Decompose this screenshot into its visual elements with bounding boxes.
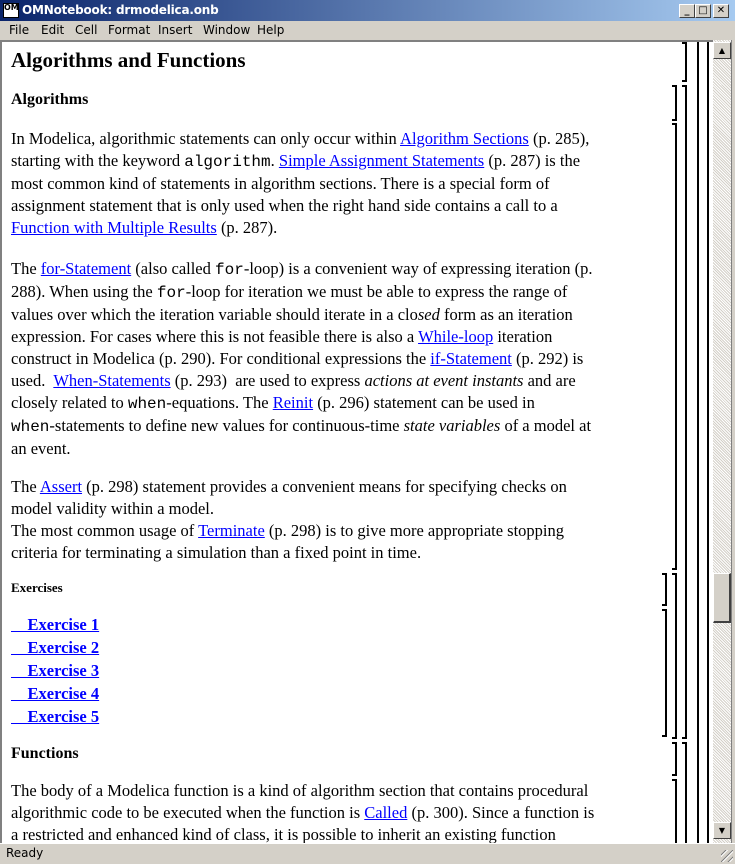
link-exercise-1[interactable]: Exercise 1: [11, 613, 100, 636]
document-title[interactable]: Algorithms and Functions: [11, 48, 246, 73]
text-cell-functions-intro[interactable]: The body of a Modelica function is a kin…: [11, 780, 671, 843]
link-when-statements[interactable]: When-Statements: [53, 371, 170, 390]
notebook-document[interactable]: Algorithms and Functions Algorithms In M…: [0, 40, 713, 843]
cell-bracket-functions-heading[interactable]: [672, 742, 677, 776]
link-algorithm-sections[interactable]: Algorithm Sections: [400, 129, 529, 148]
link-called[interactable]: Called: [364, 803, 407, 822]
link-terminate[interactable]: Terminate: [198, 521, 265, 540]
vertical-scrollbar[interactable]: ▲ ▼: [713, 40, 731, 843]
cell-bracket-algorithms-heading[interactable]: [672, 85, 677, 121]
link-exercise-2[interactable]: Exercise 2: [11, 636, 100, 659]
cell-bracket-exercises-heading[interactable]: [662, 573, 667, 606]
menu-file[interactable]: File: [9, 23, 29, 37]
cell-bracket-title[interactable]: [682, 42, 687, 82]
link-assert[interactable]: Assert: [40, 477, 82, 496]
window-edge: [731, 40, 735, 843]
maximize-button[interactable]: □: [695, 4, 711, 18]
scroll-up-button[interactable]: ▲: [713, 42, 731, 59]
menu-window[interactable]: Window: [203, 23, 250, 37]
scroll-down-button[interactable]: ▼: [713, 822, 731, 839]
cell-bracket-algorithms-text[interactable]: [672, 123, 677, 570]
exercise-list: Exercise 1 Exercise 2 Exercise 3 Exercis…: [11, 613, 100, 728]
menu-bar: File Edit Cell Format Insert Window Help: [0, 21, 735, 39]
section-heading-algorithms[interactable]: Algorithms: [11, 91, 88, 109]
cell-bracket-root[interactable]: [707, 42, 709, 843]
status-bar: Ready: [0, 843, 735, 864]
cell-bracket-algorithms-group[interactable]: [682, 85, 687, 739]
minimize-button[interactable]: _: [679, 4, 695, 18]
status-text: Ready: [6, 846, 44, 860]
link-while-loop[interactable]: While-loop: [418, 327, 493, 346]
link-exercise-3[interactable]: Exercise 3: [11, 659, 100, 682]
close-button[interactable]: ✕: [713, 4, 729, 18]
resize-grip-icon[interactable]: [721, 850, 733, 862]
text-cell-assert-terminate[interactable]: The Assert (p. 298) statement provides a…: [11, 476, 671, 564]
app-icon[interactable]: OM: [3, 3, 19, 18]
arrow-down-icon: ▼: [718, 826, 726, 835]
menu-edit[interactable]: Edit: [41, 23, 64, 37]
cell-bracket-exercises-list[interactable]: [662, 609, 667, 737]
menu-help[interactable]: Help: [257, 23, 284, 37]
link-reinit[interactable]: Reinit: [273, 393, 313, 412]
cell-bracket-outer[interactable]: [697, 42, 699, 843]
cell-bracket-exercises-group[interactable]: [672, 573, 677, 739]
link-for-statement[interactable]: for-Statement: [41, 259, 131, 278]
text-cell-for-statement[interactable]: The for-Statement (also called for-loop)…: [11, 258, 671, 460]
link-exercise-5[interactable]: Exercise 5: [11, 705, 100, 728]
link-function-multiple-results[interactable]: Function with Multiple Results: [11, 218, 217, 237]
section-heading-exercises[interactable]: Exercises: [11, 580, 63, 596]
menu-format[interactable]: Format: [108, 23, 150, 37]
section-heading-functions[interactable]: Functions: [11, 745, 79, 763]
text-cell-algorithms-intro[interactable]: In Modelica, algorithmic statements can …: [11, 128, 671, 239]
menu-cell[interactable]: Cell: [75, 23, 97, 37]
cell-bracket-functions-group[interactable]: [682, 742, 687, 843]
scrollbar-thumb[interactable]: [713, 573, 731, 623]
window-title: OMNotebook: drmodelica.onb: [22, 3, 219, 17]
arrow-up-icon: ▲: [718, 46, 726, 55]
cell-bracket-functions-text[interactable]: [672, 779, 677, 843]
link-exercise-4[interactable]: Exercise 4: [11, 682, 100, 705]
title-bar: OM OMNotebook: drmodelica.onb _ □ ✕: [0, 0, 735, 21]
link-if-statement[interactable]: if-Statement: [430, 349, 512, 368]
link-simple-assignment-statements[interactable]: Simple Assignment Statements: [279, 151, 484, 170]
menu-insert[interactable]: Insert: [158, 23, 192, 37]
